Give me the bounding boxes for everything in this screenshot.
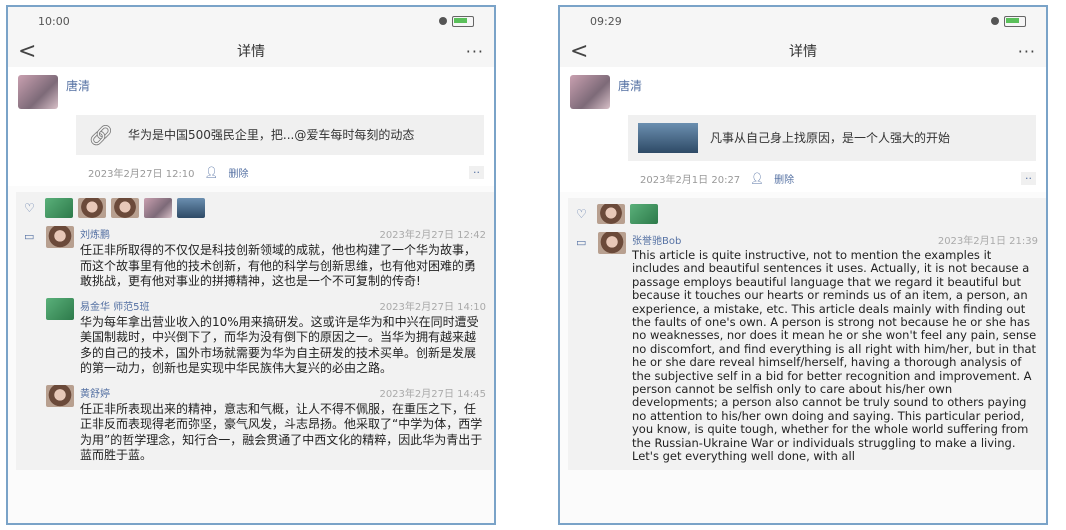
comment-author[interactable]: 张誉驰Bob [632, 232, 681, 247]
likes-row: ♡ [576, 204, 1038, 224]
comment-author[interactable]: 黄舒婷 [80, 385, 110, 400]
comment-item: ▭ 刘炼鹏 2023年2月27日 12:42 任正非所取得的不仅仅是科技创新领域… [24, 226, 486, 290]
status-icons [439, 15, 474, 27]
post-meta: 2023年2月27日 12:10 👤︎ 删除 ·· [88, 165, 484, 180]
liker-avatar[interactable] [144, 198, 172, 218]
post-author[interactable]: 唐清 [618, 77, 642, 94]
shared-link-card[interactable]: 凡事从自己身上找原因，是一个人强大的开始 [628, 115, 1036, 161]
wifi-icon [991, 17, 999, 25]
status-icons [991, 15, 1026, 27]
person-icon: 👤︎ [750, 172, 765, 185]
post: 唐清 凡事从自己身上找原因，是一个人强大的开始 2023年2月1日 20:27 … [560, 67, 1046, 192]
post-author[interactable]: 唐清 [66, 77, 90, 94]
comment-author[interactable]: 易金华 师范5班 [80, 298, 150, 313]
shared-link-card[interactable]: 🔗︎ 华为是中国500强民企里，把...@爱车每时每刻的动态 [76, 115, 484, 155]
comment-time: 2023年2月27日 14:10 [379, 301, 486, 313]
back-button[interactable]: < [570, 39, 610, 64]
shared-link-text: 凡事从自己身上找原因，是一个人强大的开始 [710, 130, 951, 145]
comments-area: ♡ ▭ 刘炼鹏 2023年2月27日 12:42 任正非所取得的不仅仅是科技创新… [16, 192, 494, 470]
liker-avatar[interactable] [630, 204, 658, 224]
comments-area: ♡ ▭ 张誉驰Bob 2023年2月1日 21:39 This article … [568, 198, 1046, 470]
liker-avatar[interactable] [78, 198, 106, 218]
comment-time: 2023年2月27日 14:45 [379, 388, 486, 400]
comment-time: 2023年2月1日 21:39 [937, 236, 1038, 247]
avatar[interactable] [18, 75, 58, 109]
post-time: 2023年2月27日 12:10 [88, 169, 195, 180]
comment-text: 任正非所表现出来的精神，意志和气概，让人不得不佩服，在重压之下，任正非反而表现得… [80, 401, 483, 463]
comment-item: ▭ 张誉驰Bob 2023年2月1日 21:39 This article is… [576, 232, 1038, 464]
status-time: 09:29 [590, 14, 622, 28]
avatar[interactable] [598, 232, 626, 254]
status-time: 10:00 [38, 14, 70, 28]
shared-link-text: 华为是中国500强民企里，把...@爱车每时每刻的动态 [128, 127, 415, 142]
heart-icon: ♡ [24, 201, 35, 215]
avatar[interactable] [46, 226, 74, 248]
liker-avatar[interactable] [45, 198, 73, 218]
comment-menu-button[interactable]: ·· [469, 166, 484, 179]
status-bar: 10:00 [8, 7, 494, 35]
comment-icon: ▭ [24, 230, 35, 243]
left-phone-screenshot: 10:00 < 详情 ··· 唐清 🔗︎ 华为是中国500强民企里，把...@爱… [6, 5, 496, 525]
comment-menu-button[interactable]: ·· [1021, 172, 1036, 185]
avatar[interactable] [570, 75, 610, 109]
comment-time: 2023年2月27日 12:42 [379, 230, 486, 241]
post-meta: 2023年2月1日 20:27 👤︎ 删除 ·· [640, 171, 1036, 186]
nav-bar: < 详情 ··· [8, 35, 494, 67]
likes-row: ♡ [24, 198, 486, 218]
comment-item: 黄舒婷 2023年2月27日 14:45 任正非所表现出来的精神，意志和气概，让… [24, 384, 486, 464]
battery-icon [452, 15, 474, 27]
avatar[interactable] [46, 384, 74, 407]
comment-text: This article is quite instructive, not t… [632, 248, 1037, 464]
comment-text: 任正非所取得的不仅仅是科技创新领域的成就，他也构建了一个华为故事，而这个故事里有… [80, 243, 477, 288]
liker-avatar[interactable] [177, 198, 205, 218]
avatar[interactable] [46, 297, 74, 320]
right-phone-screenshot: 09:29 < 详情 ··· 唐清 凡事从自己身上找原因，是一个人强大的开始 2… [558, 5, 1048, 525]
nav-bar: < 详情 ··· [560, 35, 1046, 67]
battery-icon [1004, 15, 1026, 27]
comment-text: 华为每年拿出营业收入的10%用来搞研发。这或许是华为和中兴在同时遭受美国制裁时，… [80, 314, 479, 376]
link-thumbnail [638, 123, 698, 153]
more-button[interactable]: ··· [444, 42, 484, 61]
delete-button[interactable]: 删除 [774, 171, 794, 186]
wifi-icon [439, 17, 447, 25]
delete-button[interactable]: 删除 [229, 165, 249, 180]
comment-icon: ▭ [576, 236, 587, 249]
status-bar: 09:29 [560, 7, 1046, 35]
liker-avatar[interactable] [597, 204, 625, 224]
comment-author[interactable]: 刘炼鹏 [80, 226, 110, 241]
heart-icon: ♡ [576, 207, 587, 221]
page-title: 详情 [789, 44, 817, 60]
link-icon: 🔗︎ [88, 123, 114, 147]
comment-item: 易金华 师范5班 2023年2月27日 14:10 华为每年拿出营业收入的10%… [24, 297, 486, 377]
page-title: 详情 [237, 44, 265, 60]
person-icon: 👤︎ [204, 166, 219, 179]
back-button[interactable]: < [18, 39, 58, 64]
post-time: 2023年2月1日 20:27 [640, 175, 741, 186]
liker-avatar[interactable] [111, 198, 139, 218]
post: 唐清 🔗︎ 华为是中国500强民企里，把...@爱车每时每刻的动态 2023年2… [8, 67, 494, 186]
more-button[interactable]: ··· [996, 42, 1036, 61]
